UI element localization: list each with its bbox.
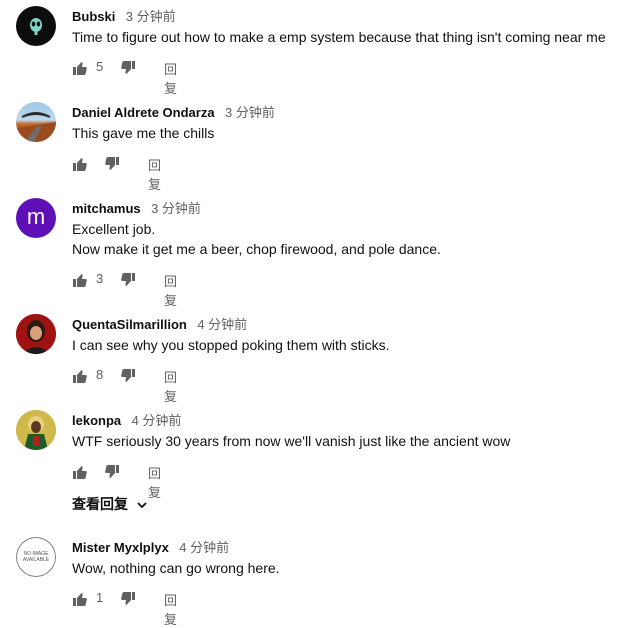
- person-photo-icon: [16, 314, 56, 354]
- comment-header: QuentaSilmarillion 4 分钟前: [72, 314, 247, 332]
- avatar[interactable]: NO IMAGE AVAILABLE: [16, 537, 56, 577]
- comment-author[interactable]: Bubski: [72, 9, 115, 24]
- reply-button[interactable]: 回复: [148, 155, 161, 193]
- comment-line: Time to figure out how to make a emp sys…: [72, 29, 606, 45]
- thumbs-down-icon[interactable]: [120, 272, 136, 288]
- like-count: 1: [96, 590, 104, 605]
- thumbs-down-icon[interactable]: [120, 60, 136, 76]
- comment-text: WTF seriously 30 years from now we'll va…: [72, 431, 510, 451]
- comment-line: I can see why you stopped poking them wi…: [72, 337, 390, 353]
- comment-author[interactable]: Daniel Aldrete Ondarza: [72, 105, 215, 120]
- avatar[interactable]: [16, 314, 56, 354]
- reply-button[interactable]: 回复: [148, 463, 161, 501]
- comment-author[interactable]: QuentaSilmarillion: [72, 317, 187, 332]
- avatar[interactable]: [16, 102, 56, 142]
- like-count: 8: [96, 367, 104, 382]
- view-replies-button[interactable]: 查看回复: [72, 494, 148, 514]
- no-image-placeholder: NO IMAGE AVAILABLE: [16, 537, 56, 577]
- reply-button[interactable]: 回复: [164, 367, 177, 405]
- reply-button[interactable]: 回复: [164, 271, 177, 309]
- comment-text: Wow, nothing can go wrong here.: [72, 558, 280, 578]
- comment-line: Wow, nothing can go wrong here.: [72, 560, 280, 576]
- thumbs-up-icon[interactable]: [72, 464, 88, 480]
- thumbs-up-icon[interactable]: [72, 368, 88, 384]
- thumbs-down-icon[interactable]: [120, 368, 136, 384]
- comment-time[interactable]: 3 分钟前: [151, 201, 201, 216]
- comment-author[interactable]: Mister Myxlplyx: [72, 540, 169, 555]
- comment-author[interactable]: mitchamus: [72, 201, 141, 216]
- comment-line: Excellent job.: [72, 221, 156, 237]
- comment-time[interactable]: 4 分钟前: [197, 317, 247, 332]
- comment-author[interactable]: lekonpa: [72, 413, 121, 428]
- comment-header: Bubski 3 分钟前: [72, 6, 176, 24]
- no-image-text: NO IMAGE AVAILABLE: [22, 551, 50, 563]
- comment-time[interactable]: 3 分钟前: [225, 105, 275, 120]
- comment-header: Daniel Aldrete Ondarza 3 分钟前: [72, 102, 275, 120]
- landscape-icon: [16, 112, 56, 142]
- thumbs-up-icon[interactable]: [72, 591, 88, 607]
- comment-text: This gave me the chills: [72, 123, 214, 143]
- avatar[interactable]: [16, 6, 56, 46]
- comment-header: mitchamus 3 分钟前: [72, 198, 201, 216]
- comment-time[interactable]: 4 分钟前: [179, 540, 229, 555]
- avatar[interactable]: m: [16, 198, 56, 238]
- reply-button[interactable]: 回复: [164, 59, 177, 97]
- thumbs-up-icon[interactable]: [72, 60, 88, 76]
- view-replies-label: 查看回复: [72, 496, 128, 512]
- thumbs-up-icon[interactable]: [72, 272, 88, 288]
- avatar-letter: m: [26, 204, 46, 229]
- comment-time[interactable]: 4 分钟前: [132, 413, 182, 428]
- alien-icon: [30, 18, 42, 35]
- chevron-down-icon: [137, 502, 147, 509]
- like-count: 5: [96, 59, 104, 74]
- comment-header: lekonpa 4 分钟前: [72, 410, 181, 428]
- like-count: 3: [96, 271, 104, 286]
- comment-text: Excellent job. Now make it get me a beer…: [72, 219, 441, 259]
- thumbs-down-icon[interactable]: [104, 156, 120, 172]
- comment-line: WTF seriously 30 years from now we'll va…: [72, 433, 511, 449]
- comment-line: This gave me the chills: [72, 125, 215, 141]
- thumbs-down-icon[interactable]: [120, 591, 136, 607]
- comment-text: Time to figure out how to make a emp sys…: [72, 27, 606, 47]
- comment-line: Now make it get me a beer, chop firewood…: [72, 241, 441, 257]
- thumbs-down-icon[interactable]: [104, 464, 120, 480]
- avatar[interactable]: [16, 410, 56, 450]
- reply-button[interactable]: 回复: [164, 590, 177, 628]
- figure-icon: [16, 410, 56, 450]
- comment-header: Mister Myxlplyx 4 分钟前: [72, 537, 229, 555]
- comment-text: I can see why you stopped poking them wi…: [72, 335, 390, 355]
- comment-time[interactable]: 3 分钟前: [126, 9, 176, 24]
- thumbs-up-icon[interactable]: [72, 156, 88, 172]
